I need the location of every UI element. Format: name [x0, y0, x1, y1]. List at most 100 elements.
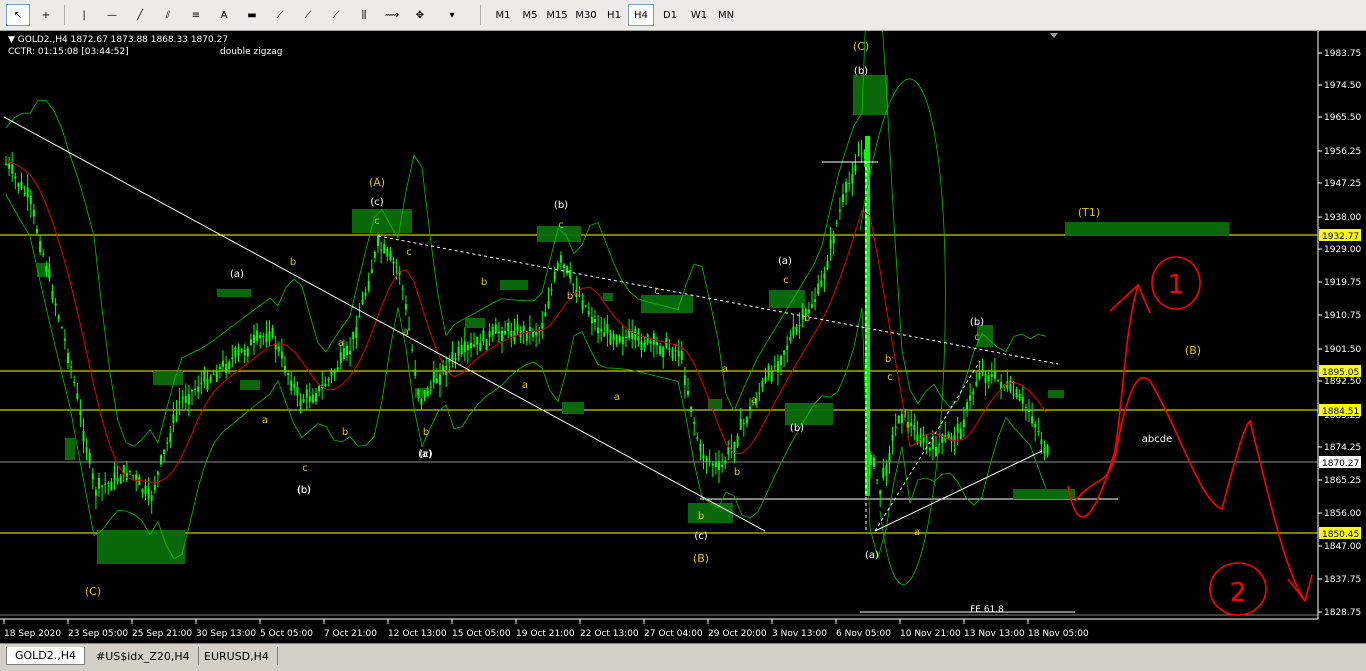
price-zone: [97, 530, 185, 564]
candle-body: [311, 394, 314, 403]
cursor-icon[interactable]: ↖: [6, 4, 30, 26]
candle-body: [792, 326, 795, 336]
candle-body: [302, 399, 305, 402]
price-tick-label: 1874.25: [1324, 443, 1361, 453]
tf-w1-button[interactable]: W1: [686, 4, 712, 26]
drawn-number-1: 1: [1168, 270, 1185, 300]
price-chart[interactable]: 1983.75 1974.50 1965.50 1956.25 1947.25 1938.…: [0, 31, 1366, 643]
candle-body: [342, 348, 345, 360]
candle-body: [882, 467, 885, 478]
candle-body: [482, 330, 485, 341]
tab-gold[interactable]: GOLD2.,H4: [6, 647, 86, 665]
candle-body: [494, 324, 497, 334]
candle-body: [745, 417, 748, 423]
crosshair-icon[interactable]: +: [34, 4, 58, 26]
candle-body: [770, 371, 773, 382]
candle-body: [85, 447, 88, 453]
trendline-icon[interactable]: ╱: [128, 4, 152, 26]
candle-body: [786, 345, 789, 350]
tf-m15-button[interactable]: M15: [544, 4, 570, 26]
candle-body: [724, 460, 727, 464]
fib-fan-icon[interactable]: ⟋: [324, 4, 348, 26]
tf-m5-button[interactable]: M5: [517, 4, 543, 26]
candle-body: [975, 382, 978, 386]
candle-body: [587, 311, 590, 315]
candle-body: [426, 390, 429, 396]
wave-label-sub: a: [614, 392, 620, 403]
candle-body: [969, 395, 972, 401]
candle-body: [271, 327, 274, 338]
chart-canvas[interactable]: 1983.75 1974.50 1965.50 1956.25 1947.25 1938.…: [0, 31, 1366, 643]
price-zone: [1013, 489, 1075, 499]
tf-mn-button[interactable]: MN: [713, 4, 739, 26]
candle-body: [767, 366, 770, 377]
candle-body: [39, 241, 42, 253]
candle-body: [854, 164, 857, 172]
candle-body: [842, 194, 844, 202]
gann-icon[interactable]: ⟋: [268, 4, 292, 26]
price-tick-label: 1892.50: [1324, 377, 1361, 387]
horizontal-line-icon[interactable]: —: [100, 4, 124, 26]
wave-label-minor: (a): [418, 449, 432, 460]
candle-body: [838, 209, 841, 212]
wave-label-sub: c: [654, 286, 660, 297]
text-icon[interactable]: A: [212, 4, 236, 26]
shapes-icon[interactable]: ✥: [408, 4, 432, 26]
arrow-icon[interactable]: ⟿: [380, 4, 404, 26]
candle-body: [88, 452, 91, 464]
candle-body: [705, 457, 708, 462]
price-zone: [603, 293, 613, 301]
candle-body: [606, 323, 609, 333]
candle-body: [290, 380, 293, 391]
candle-body: [91, 473, 94, 480]
vertical-line-icon[interactable]: |: [72, 4, 96, 26]
channel-icon[interactable]: ⫽: [156, 4, 180, 26]
candle-body: [82, 431, 85, 442]
tf-d1-button[interactable]: D1: [657, 4, 683, 26]
wave-label-sub: c: [558, 220, 564, 231]
tf-h1-button[interactable]: H1: [601, 4, 627, 26]
wave-label-major: (A): [369, 176, 385, 189]
candle-body: [222, 360, 224, 367]
candle-body: [401, 288, 404, 290]
price-zone: [1065, 222, 1229, 236]
fib-time-icon[interactable]: ⫼: [352, 4, 376, 26]
candle-body: [197, 386, 200, 392]
candle-body: [1018, 393, 1021, 401]
candle-body: [563, 264, 565, 268]
tab-usidx[interactable]: #US$idx_Z20,H4: [88, 647, 199, 665]
candle-body: [5, 163, 7, 165]
candle-body: [160, 455, 162, 465]
candle-body: [178, 401, 181, 403]
candle-body: [1015, 388, 1018, 398]
tf-m30-button[interactable]: M30: [573, 4, 599, 26]
candle-body: [138, 476, 141, 485]
price-zone: [217, 289, 251, 297]
fibonacci-icon[interactable]: ≡: [184, 4, 208, 26]
candle-body: [17, 183, 20, 187]
candle-body: [48, 269, 51, 279]
candle-body: [972, 391, 975, 395]
price-zone: [708, 399, 722, 409]
price-zone: [562, 402, 584, 414]
rectangle-icon[interactable]: ▬: [240, 4, 264, 26]
candle-body: [225, 364, 228, 374]
tf-h4-button[interactable]: H4: [628, 4, 654, 26]
candle-body: [1034, 424, 1037, 428]
candle-body: [702, 454, 705, 460]
candle-body: [761, 381, 764, 387]
wave-label-minor: (b): [854, 66, 868, 77]
price-tick-label: 1901.50: [1324, 345, 1361, 355]
wave-label-sub: a: [403, 327, 409, 338]
wave-label-sub: a: [751, 395, 757, 406]
tab-eurusd[interactable]: EURUSD,H4: [196, 647, 278, 665]
pitchfork-icon[interactable]: ⟋: [296, 4, 320, 26]
candle-body: [956, 423, 959, 433]
candle-body: [364, 292, 367, 296]
arrows-dropdown-icon[interactable]: ▾: [440, 4, 464, 26]
candle-body: [978, 372, 981, 379]
candle-body: [432, 371, 435, 383]
candle-body: [132, 475, 135, 477]
tf-m1-button[interactable]: M1: [490, 4, 516, 26]
price-zone: [465, 318, 485, 328]
